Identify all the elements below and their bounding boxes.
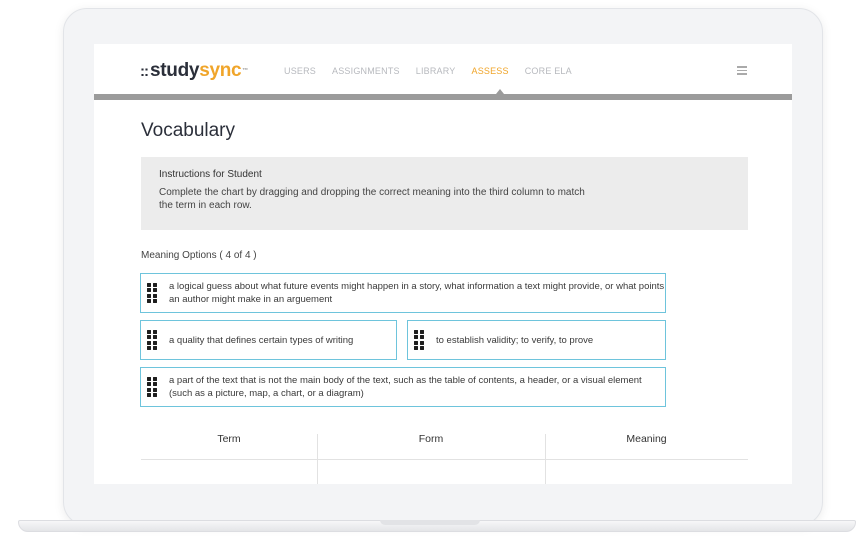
drag-handle-icon[interactable] [147,377,157,397]
drag-handle-icon[interactable] [147,330,157,350]
header-row-divider [141,459,748,460]
meaning-option-card[interactable]: a quality that defines certain types of … [140,320,397,360]
drag-handle-icon[interactable] [414,330,424,350]
app-screen: :: study sync ™ USERS ASSIGNMENTS LIBRAR… [94,44,792,484]
studysync-logo[interactable]: :: study sync ™ [140,60,248,82]
column-header-meaning: Meaning [626,433,667,445]
column-header-form: Form [418,433,444,445]
nav-item-assignments[interactable]: ASSIGNMENTS [332,66,400,76]
meaning-option-text: a quality that defines certain types of … [169,334,354,346]
logo-text-sync: sync [199,60,242,81]
logo-text-study: study [150,60,200,81]
meaning-option-text: a part of the text that is not the main … [169,375,642,399]
nav-divider-bar [94,94,792,100]
laptop-notch [380,520,480,525]
drag-handle-icon[interactable] [147,283,157,303]
meaning-option-card[interactable]: a logical guess about what future events… [140,273,666,313]
logo-trademark: ™ [242,68,248,74]
meaning-option-card[interactable]: to establish validity; to verify, to pro… [407,320,666,360]
vocabulary-table: Term Form Meaning [141,424,748,484]
instructions-heading: Instructions for Student [159,169,262,180]
nav-item-library[interactable]: LIBRARY [416,66,456,76]
meaning-option-text: to establish validity; to verify, to pro… [436,334,594,346]
main-nav: USERS ASSIGNMENTS LIBRARY ASSESS CORE EL… [284,66,572,76]
page-title: Vocabulary [141,120,236,141]
nav-item-users[interactable]: USERS [284,66,316,76]
instructions-body: Complete the chart by dragging and dropp… [159,187,585,211]
meaning-option-text: a logical guess about what future events… [169,281,665,305]
top-navigation: :: study sync ™ USERS ASSIGNMENTS LIBRAR… [94,44,792,94]
instructions-panel: Instructions for Student Complete the ch… [141,157,748,230]
column-header-term: Term [217,433,241,445]
hamburger-menu-icon[interactable] [737,66,747,75]
meaning-option-card[interactable]: a part of the text that is not the main … [140,367,666,407]
meaning-options-label: Meaning Options ( 4 of 4 ) [141,250,257,261]
nav-item-core-ela[interactable]: CORE ELA [525,66,572,76]
logo-dots: :: [140,62,149,80]
nav-item-assess[interactable]: ASSESS [472,66,509,76]
